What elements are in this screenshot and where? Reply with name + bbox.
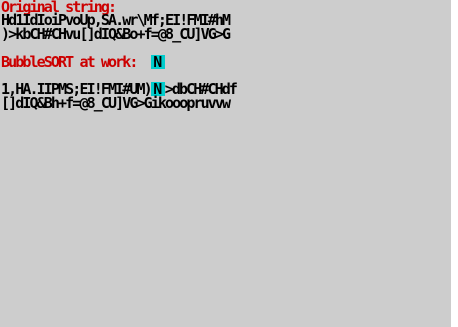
work-line-2: []dIQ&Bh+f=@8_CU]VG>Gikooopruvvw (1, 94, 231, 112)
bubblesort-heading-label: BubbleSORT at work: (1, 53, 138, 71)
cursor-block: N (150, 55, 165, 70)
spectrum-screen: Original string: Hd1IdIoiPvoUp,SA.wr\Mf;… (0, 0, 451, 327)
original-string-line-2: )>kbCH#CHvu[]dIQ&Bo+f=@8_CU]VG>G (1, 25, 231, 43)
bubblesort-heading: BubbleSORT at work: N (1, 53, 165, 71)
